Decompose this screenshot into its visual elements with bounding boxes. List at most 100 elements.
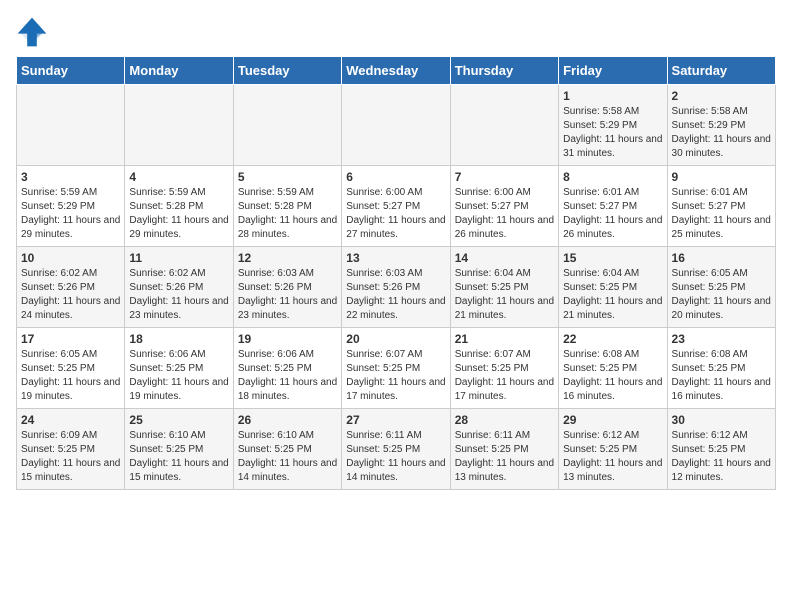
calendar-cell bbox=[450, 85, 558, 166]
calendar-cell: 19Sunrise: 6:06 AM Sunset: 5:25 PM Dayli… bbox=[233, 328, 341, 409]
header-day-wednesday: Wednesday bbox=[342, 57, 450, 85]
day-number: 13 bbox=[346, 251, 445, 265]
day-number: 14 bbox=[455, 251, 554, 265]
day-number: 20 bbox=[346, 332, 445, 346]
day-number: 29 bbox=[563, 413, 662, 427]
calendar-cell: 29 Sunrise: 6:12 AM Sunset: 5:25 PM Dayli… bbox=[559, 409, 667, 490]
day-info: Sunrise: 6:02 AM Sunset: 5:26 PM Dayligh… bbox=[21, 267, 120, 323]
day-number: 25 bbox=[129, 413, 228, 427]
calendar-cell: 15Sunrise: 6:04 AM Sunset: 5:25 PM Dayli… bbox=[559, 247, 667, 328]
day-info: Sunrise: 6:00 AM Sunset: 5:27 PM Dayligh… bbox=[455, 186, 554, 242]
header-day-sunday: Sunday bbox=[17, 57, 125, 85]
day-number: 23 bbox=[672, 332, 771, 346]
day-number: 30 bbox=[672, 413, 771, 427]
calendar-cell: 18 Sunrise: 6:06 AM Sunset: 5:25 PM Dayli… bbox=[125, 328, 233, 409]
calendar-cell bbox=[17, 85, 125, 166]
logo bbox=[16, 16, 52, 48]
day-info: Sunrise: 6:10 AM Sunset: 5:25 PM Dayligh… bbox=[238, 429, 337, 485]
calendar-cell: 10Sunrise: 6:02 AM Sunset: 5:26 PM Dayli… bbox=[17, 247, 125, 328]
header-day-monday: Monday bbox=[125, 57, 233, 85]
day-info: Sunrise: 6:06 AM Sunset: 5:25 PM Dayligh… bbox=[129, 348, 228, 404]
calendar-cell: 20 Sunrise: 6:07 AM Sunset: 5:25 PM Dayli… bbox=[342, 328, 450, 409]
calendar-cell: 22 Sunrise: 6:08 AM Sunset: 5:25 PM Dayli… bbox=[559, 328, 667, 409]
calendar-body: 1 Sunrise: 5:58 AM Sunset: 5:29 PM Daylig… bbox=[17, 85, 776, 490]
calendar-cell: 4 Sunrise: 5:59 AM Sunset: 5:28 PM Daylig… bbox=[125, 166, 233, 247]
calendar-cell: 13 Sunrise: 6:03 AM Sunset: 5:26 PM Dayli… bbox=[342, 247, 450, 328]
day-info: Sunrise: 6:05 AM Sunset: 5:25 PM Dayligh… bbox=[21, 348, 120, 404]
calendar-cell: 23 Sunrise: 6:08 AM Sunset: 5:25 PM Dayli… bbox=[667, 328, 775, 409]
day-number: 22 bbox=[563, 332, 662, 346]
day-number: 12 bbox=[238, 251, 337, 265]
day-info: Sunrise: 6:04 AM Sunset: 5:25 PM Dayligh… bbox=[563, 267, 662, 323]
day-info: Sunrise: 5:59 AM Sunset: 5:29 PM Dayligh… bbox=[21, 186, 120, 242]
day-info: Sunrise: 6:09 AM Sunset: 5:25 PM Dayligh… bbox=[21, 429, 120, 485]
day-number: 4 bbox=[129, 170, 228, 184]
header-day-saturday: Saturday bbox=[667, 57, 775, 85]
day-number: 1 bbox=[563, 89, 662, 103]
day-info: Sunrise: 6:02 AM Sunset: 5:26 PM Dayligh… bbox=[129, 267, 228, 323]
week-row-5: 24 Sunrise: 6:09 AM Sunset: 5:25 PM Dayli… bbox=[17, 409, 776, 490]
day-info: Sunrise: 6:05 AM Sunset: 5:25 PM Dayligh… bbox=[672, 267, 771, 323]
day-number: 27 bbox=[346, 413, 445, 427]
calendar-cell: 24 Sunrise: 6:09 AM Sunset: 5:25 PM Dayli… bbox=[17, 409, 125, 490]
day-info: Sunrise: 5:59 AM Sunset: 5:28 PM Dayligh… bbox=[129, 186, 228, 242]
calendar-cell bbox=[233, 85, 341, 166]
day-number: 3 bbox=[21, 170, 120, 184]
header-row: SundayMondayTuesdayWednesdayThursdayFrid… bbox=[17, 57, 776, 85]
calendar-cell: 7 Sunrise: 6:00 AM Sunset: 5:27 PM Daylig… bbox=[450, 166, 558, 247]
day-info: Sunrise: 5:59 AM Sunset: 5:28 PM Dayligh… bbox=[238, 186, 337, 242]
day-info: Sunrise: 6:01 AM Sunset: 5:27 PM Dayligh… bbox=[563, 186, 662, 242]
calendar-cell: 2 Sunrise: 5:58 AM Sunset: 5:29 PM Daylig… bbox=[667, 85, 775, 166]
day-number: 5 bbox=[238, 170, 337, 184]
day-number: 8 bbox=[563, 170, 662, 184]
calendar-cell: 25 Sunrise: 6:10 AM Sunset: 5:25 PM Dayli… bbox=[125, 409, 233, 490]
day-number: 16 bbox=[672, 251, 771, 265]
day-info: Sunrise: 6:07 AM Sunset: 5:25 PM Dayligh… bbox=[346, 348, 445, 404]
calendar-cell: 11Sunrise: 6:02 AM Sunset: 5:26 PM Dayli… bbox=[125, 247, 233, 328]
day-info: Sunrise: 6:07 AM Sunset: 5:25 PM Dayligh… bbox=[455, 348, 554, 404]
day-info: Sunrise: 6:04 AM Sunset: 5:25 PM Dayligh… bbox=[455, 267, 554, 323]
calendar-cell: 17 Sunrise: 6:05 AM Sunset: 5:25 PM Dayli… bbox=[17, 328, 125, 409]
week-row-1: 1 Sunrise: 5:58 AM Sunset: 5:29 PM Daylig… bbox=[17, 85, 776, 166]
calendar-cell: 12 Sunrise: 6:03 AM Sunset: 5:26 PM Dayli… bbox=[233, 247, 341, 328]
day-info: Sunrise: 6:12 AM Sunset: 5:25 PM Dayligh… bbox=[563, 429, 662, 485]
day-number: 19 bbox=[238, 332, 337, 346]
week-row-2: 3 Sunrise: 5:59 AM Sunset: 5:29 PM Daylig… bbox=[17, 166, 776, 247]
calendar-cell: 26 Sunrise: 6:10 AM Sunset: 5:25 PM Dayli… bbox=[233, 409, 341, 490]
day-info: Sunrise: 6:11 AM Sunset: 5:25 PM Dayligh… bbox=[346, 429, 445, 485]
day-info: Sunrise: 6:03 AM Sunset: 5:26 PM Dayligh… bbox=[238, 267, 337, 323]
day-number: 28 bbox=[455, 413, 554, 427]
day-number: 18 bbox=[129, 332, 228, 346]
day-number: 26 bbox=[238, 413, 337, 427]
day-info: Sunrise: 6:12 AM Sunset: 5:25 PM Dayligh… bbox=[672, 429, 771, 485]
calendar-cell: 8 Sunrise: 6:01 AM Sunset: 5:27 PM Daylig… bbox=[559, 166, 667, 247]
calendar-cell: 27 Sunrise: 6:11 AM Sunset: 5:25 PM Dayli… bbox=[342, 409, 450, 490]
week-row-3: 10Sunrise: 6:02 AM Sunset: 5:26 PM Dayli… bbox=[17, 247, 776, 328]
calendar-cell: 1Sunrise: 5:58 AM Sunset: 5:29 PM Daylig… bbox=[559, 85, 667, 166]
calendar-table: SundayMondayTuesdayWednesdayThursdayFrid… bbox=[16, 56, 776, 490]
day-number: 24 bbox=[21, 413, 120, 427]
calendar-cell: 6 Sunrise: 6:00 AM Sunset: 5:27 PM Daylig… bbox=[342, 166, 450, 247]
day-number: 9 bbox=[672, 170, 771, 184]
day-info: Sunrise: 6:03 AM Sunset: 5:26 PM Dayligh… bbox=[346, 267, 445, 323]
calendar-cell bbox=[125, 85, 233, 166]
calendar-cell: 3 Sunrise: 5:59 AM Sunset: 5:29 PM Daylig… bbox=[17, 166, 125, 247]
logo-icon bbox=[16, 16, 48, 48]
calendar-cell: 28 Sunrise: 6:11 AM Sunset: 5:25 PM Dayli… bbox=[450, 409, 558, 490]
day-info: Sunrise: 6:10 AM Sunset: 5:25 PM Dayligh… bbox=[129, 429, 228, 485]
header-day-tuesday: Tuesday bbox=[233, 57, 341, 85]
header-day-thursday: Thursday bbox=[450, 57, 558, 85]
day-info: Sunrise: 6:01 AM Sunset: 5:27 PM Dayligh… bbox=[672, 186, 771, 242]
day-info: Sunrise: 6:11 AM Sunset: 5:25 PM Dayligh… bbox=[455, 429, 554, 485]
day-number: 2 bbox=[672, 89, 771, 103]
day-number: 7 bbox=[455, 170, 554, 184]
header-day-friday: Friday bbox=[559, 57, 667, 85]
calendar-cell: 30 Sunrise: 6:12 AM Sunset: 5:25 PM Dayli… bbox=[667, 409, 775, 490]
day-number: 17 bbox=[21, 332, 120, 346]
day-info: Sunrise: 6:08 AM Sunset: 5:25 PM Dayligh… bbox=[672, 348, 771, 404]
calendar-cell: 9 Sunrise: 6:01 AM Sunset: 5:27 PM Daylig… bbox=[667, 166, 775, 247]
day-info: Sunrise: 6:08 AM Sunset: 5:25 PM Dayligh… bbox=[563, 348, 662, 404]
day-info: Sunrise: 6:00 AM Sunset: 5:27 PM Dayligh… bbox=[346, 186, 445, 242]
day-info: Sunrise: 5:58 AM Sunset: 5:29 PM Dayligh… bbox=[672, 105, 771, 161]
day-number: 6 bbox=[346, 170, 445, 184]
